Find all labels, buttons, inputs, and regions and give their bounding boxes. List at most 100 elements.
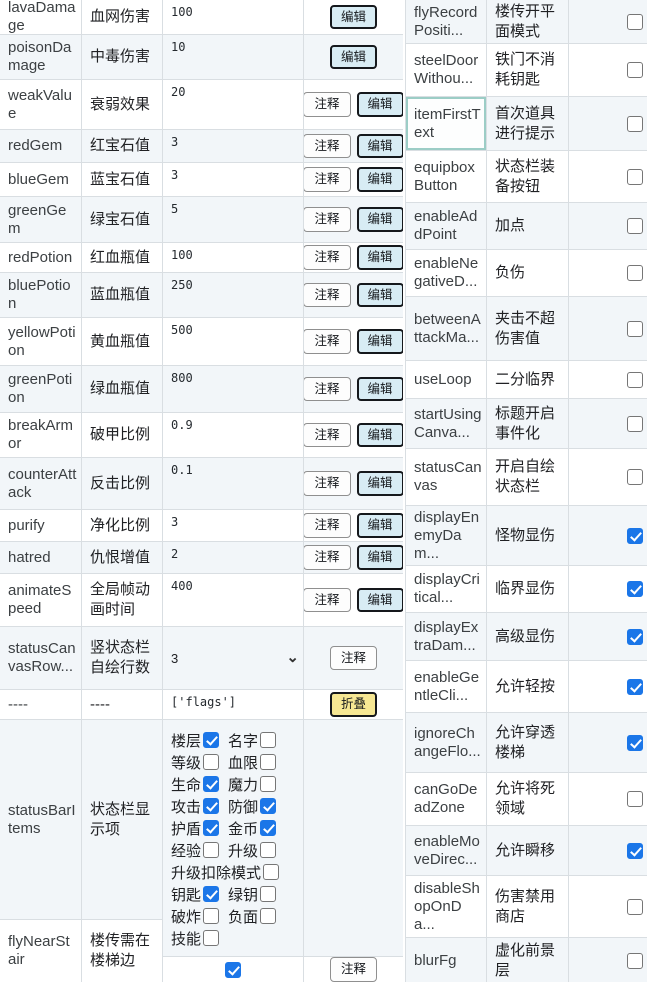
config-flag-checkbox[interactable] [627,321,643,337]
edit-button[interactable]: 编辑 [357,588,404,613]
config-flag-checkbox[interactable] [627,14,643,30]
config-key[interactable]: canGoDeadZone [406,773,487,825]
edit-button[interactable]: 编辑 [357,283,404,308]
config-flag-checkbox[interactable] [627,218,643,234]
fold-button[interactable]: 折叠 [330,692,377,717]
edit-button[interactable]: 编辑 [357,167,404,192]
comment-button[interactable]: 注释 [304,245,351,270]
config-flag-checkbox[interactable] [627,416,643,432]
config-flag-checkbox[interactable] [627,265,643,281]
edit-button[interactable]: 编辑 [357,423,404,448]
comment-button[interactable]: 注释 [304,423,351,448]
config-key[interactable]: breakArmor [0,413,82,457]
config-flag-checkbox[interactable] [627,372,643,388]
fly-near-stair-checkbox[interactable] [225,962,241,978]
status-bar-item-checkbox[interactable] [203,930,219,946]
config-flag-checkbox[interactable] [627,629,643,645]
edit-button[interactable]: 编辑 [330,45,377,70]
config-key[interactable]: statusCanvasRow... [0,627,82,689]
comment-button[interactable]: 注释 [304,283,351,308]
status-bar-item-checkbox[interactable] [203,842,219,858]
config-key[interactable]: flyRecordPositi... [406,0,487,43]
status-canvas-row-select[interactable]: 3⌄ [171,651,299,666]
config-flag-checkbox[interactable] [627,116,643,132]
edit-button[interactable]: 编辑 [357,377,404,402]
comment-button[interactable]: 注释 [330,957,377,982]
config-flag-checkbox[interactable] [627,679,643,695]
config-flag-checkbox[interactable] [627,791,643,807]
config-key[interactable]: enableAddPoint [406,203,487,249]
comment-button[interactable]: 注释 [304,207,351,232]
config-key[interactable]: animateSpeed [0,574,82,626]
comment-button[interactable]: 注释 [304,329,351,354]
config-key[interactable]: disableShopOnDa... [406,876,487,937]
config-flag-checkbox[interactable] [627,843,643,859]
status-bar-item-checkbox[interactable] [203,732,219,748]
status-bar-item-checkbox[interactable] [203,776,219,792]
edit-button[interactable]: 编辑 [357,471,404,496]
comment-button[interactable]: 注释 [304,167,351,192]
comment-button[interactable]: 注释 [304,92,351,117]
edit-button[interactable]: 编辑 [357,207,404,232]
config-key[interactable]: flyNearStair [0,920,82,982]
config-flag-checkbox[interactable] [627,169,643,185]
config-key[interactable]: displayEnemyDam... [406,506,487,565]
config-key[interactable]: ---- [0,690,82,719]
config-key[interactable]: displayExtraDam... [406,613,487,660]
status-bar-item-checkbox[interactable] [260,754,276,770]
config-key[interactable]: startUsingCanva... [406,399,487,448]
status-bar-item-checkbox[interactable] [260,776,276,792]
config-key[interactable]: bluePotion [0,273,82,317]
comment-button[interactable]: 注释 [330,646,377,671]
config-key[interactable]: redGem [0,130,82,162]
comment-button[interactable]: 注释 [304,471,351,496]
edit-button[interactable]: 编辑 [357,545,404,570]
config-flag-checkbox[interactable] [627,735,643,751]
status-bar-item-checkbox[interactable] [260,886,276,902]
config-key[interactable]: hatred [0,542,82,573]
comment-button[interactable]: 注释 [304,545,351,570]
config-key[interactable]: poisonDamage [0,35,82,79]
status-bar-item-checkbox[interactable] [260,798,276,814]
config-key[interactable]: betweenAttackMa... [406,297,487,360]
config-key[interactable]: blueGem [0,163,82,196]
config-key[interactable]: greenGem [0,197,82,242]
status-bar-item-checkbox[interactable] [260,842,276,858]
config-key[interactable]: greenPotion [0,366,82,412]
config-key[interactable]: ignoreChangeFlo... [406,713,487,772]
config-key[interactable]: statusBarItems [0,720,82,919]
config-key[interactable]: lavaDamage [0,0,82,34]
config-key[interactable]: enableNegativeD... [406,250,487,296]
config-key[interactable]: enableMoveDirec... [406,826,487,875]
config-key[interactable]: equipboxButton [406,151,487,202]
config-key[interactable]: itemFirstText [406,97,487,150]
edit-button[interactable]: 编辑 [357,513,404,538]
config-key[interactable]: displayCritical... [406,566,487,612]
status-bar-item-checkbox[interactable] [260,820,276,836]
comment-button[interactable]: 注释 [304,513,351,538]
config-key[interactable]: counterAttack [0,458,82,509]
config-flag-checkbox[interactable] [627,62,643,78]
config-flag-checkbox[interactable] [627,581,643,597]
status-bar-item-checkbox[interactable] [203,908,219,924]
config-key[interactable]: purify [0,510,82,541]
comment-button[interactable]: 注释 [304,134,351,159]
config-key[interactable]: useLoop [406,361,487,398]
config-key[interactable]: steelDoorWithou... [406,44,487,96]
config-key[interactable]: blurFg [406,938,487,982]
config-key[interactable]: enableGentleCli... [406,661,487,712]
status-bar-item-checkbox[interactable] [260,732,276,748]
config-flag-checkbox[interactable] [627,953,643,969]
status-bar-item-checkbox[interactable] [203,886,219,902]
status-bar-item-checkbox[interactable] [263,864,279,880]
config-flag-checkbox[interactable] [627,469,643,485]
edit-button[interactable]: 编辑 [357,134,404,159]
edit-button[interactable]: 编辑 [357,329,404,354]
status-bar-item-checkbox[interactable] [203,820,219,836]
config-flag-checkbox[interactable] [627,899,643,915]
status-bar-item-checkbox[interactable] [203,798,219,814]
config-key[interactable]: redPotion [0,243,82,272]
edit-button[interactable]: 编辑 [330,5,377,30]
config-key[interactable]: yellowPotion [0,318,82,365]
edit-button[interactable]: 编辑 [357,92,404,117]
